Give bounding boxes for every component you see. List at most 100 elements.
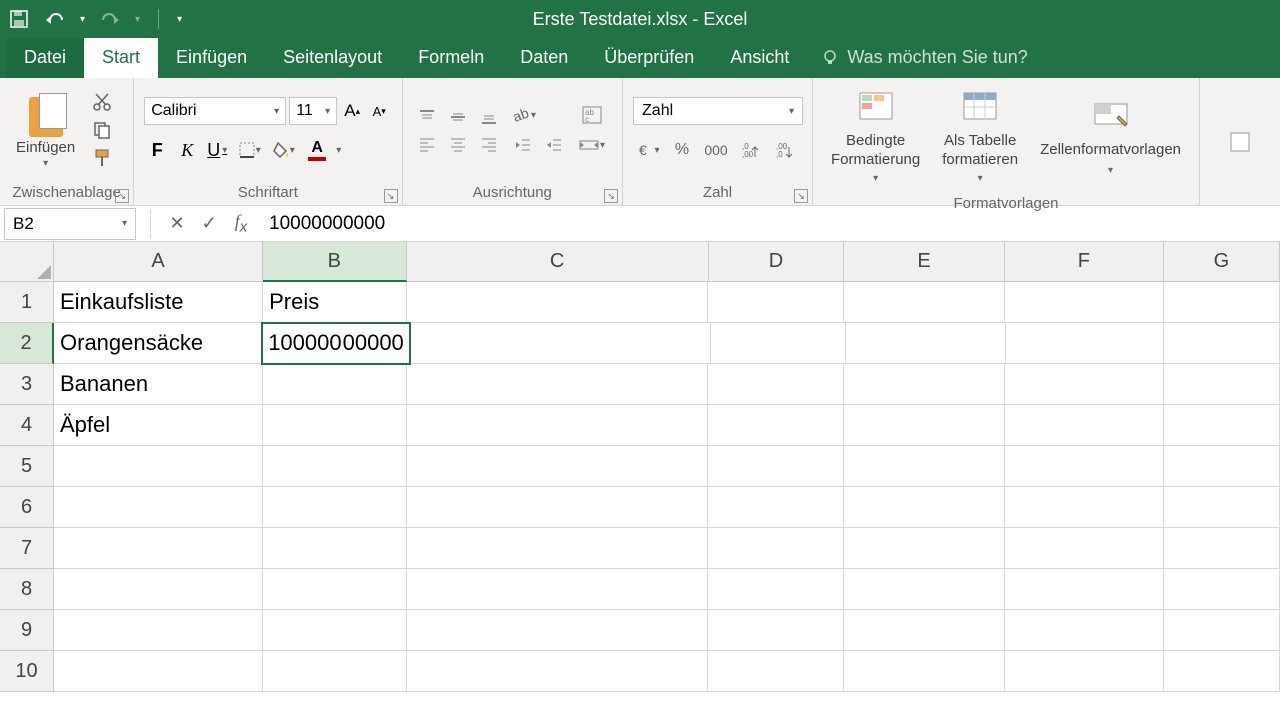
number-format-combo[interactable]: Zahl▾ <box>633 97 803 125</box>
align-middle-button[interactable] <box>444 105 472 129</box>
cell-E2[interactable] <box>846 323 1006 364</box>
align-bottom-button[interactable] <box>475 105 503 129</box>
redo-icon[interactable] <box>99 8 121 30</box>
font-size-combo[interactable]: 11▾ <box>289 97 337 125</box>
format-as-table-button[interactable]: Als Tabelle formatieren ▾ <box>934 84 1026 187</box>
merge-button[interactable]: ▾ <box>574 133 610 157</box>
cell-E1[interactable] <box>844 282 1005 323</box>
row-header-9[interactable]: 9 <box>0 610 54 651</box>
row-header-10[interactable]: 10 <box>0 651 54 692</box>
font-color-button[interactable]: A <box>302 137 332 163</box>
format-painter-button[interactable] <box>87 146 117 170</box>
cell-C2[interactable] <box>410 323 711 364</box>
column-header-A[interactable]: A <box>54 242 263 282</box>
cell-A2[interactable]: Orangensäcke <box>54 323 262 364</box>
row-header-3[interactable]: 3 <box>0 364 54 405</box>
name-box[interactable]: B2▾ <box>4 208 136 240</box>
font-color-dropdown[interactable]: ▾ <box>336 145 341 156</box>
decrease-indent-button[interactable] <box>509 133 537 157</box>
cancel-button[interactable]: ✕ <box>161 210 193 238</box>
cell-F5[interactable] <box>1005 446 1164 487</box>
alignment-launcher[interactable]: ↘ <box>604 189 618 203</box>
underline-button[interactable]: U▾ <box>204 137 230 163</box>
cell-B7[interactable] <box>263 528 406 569</box>
cell-C10[interactable] <box>407 651 709 692</box>
cell-D4[interactable] <box>708 405 844 446</box>
cell-F2[interactable] <box>1006 323 1164 364</box>
cell-B8[interactable] <box>263 569 406 610</box>
tab-pagelayout[interactable]: Seitenlayout <box>265 37 400 78</box>
cell-B9[interactable] <box>263 610 406 651</box>
cell-G5[interactable] <box>1164 446 1280 487</box>
italic-button[interactable]: K <box>174 137 200 163</box>
cell-C6[interactable] <box>407 487 709 528</box>
column-header-C[interactable]: C <box>407 242 709 282</box>
cell-A1[interactable]: Einkaufsliste <box>54 282 263 323</box>
row-header-8[interactable]: 8 <box>0 569 54 610</box>
number-launcher[interactable]: ↘ <box>794 189 808 203</box>
cell-D2[interactable] <box>711 323 846 364</box>
undo-icon[interactable] <box>44 8 66 30</box>
align-top-button[interactable] <box>413 105 441 129</box>
paste-button[interactable]: Einfügen ▾ <box>10 89 81 171</box>
select-all-corner[interactable] <box>0 242 54 282</box>
row-header-4[interactable]: 4 <box>0 405 54 446</box>
wrap-text-button[interactable]: abc <box>574 103 610 127</box>
copy-button[interactable] <box>87 118 117 142</box>
row-header-2[interactable]: 2 <box>0 323 54 364</box>
column-header-D[interactable]: D <box>709 242 845 282</box>
tab-start[interactable]: Start <box>84 37 158 78</box>
cell-C9[interactable] <box>407 610 709 651</box>
row-header-1[interactable]: 1 <box>0 282 54 323</box>
cut-button[interactable] <box>87 90 117 114</box>
cell-G6[interactable] <box>1164 487 1280 528</box>
cell-B3[interactable] <box>263 364 406 405</box>
cell-B2[interactable]: 10000000000 <box>262 323 410 364</box>
tab-formulas[interactable]: Formeln <box>400 37 502 78</box>
grow-font-button[interactable]: A▴ <box>340 97 364 125</box>
borders-button[interactable]: ▾ <box>234 137 264 163</box>
column-header-F[interactable]: F <box>1005 242 1164 282</box>
tab-data[interactable]: Daten <box>502 37 586 78</box>
cell-D3[interactable] <box>708 364 844 405</box>
cell-A10[interactable] <box>54 651 263 692</box>
row-header-5[interactable]: 5 <box>0 446 54 487</box>
tab-insert[interactable]: Einfügen <box>158 37 265 78</box>
cell-D5[interactable] <box>708 446 844 487</box>
cell-B10[interactable] <box>263 651 406 692</box>
enter-button[interactable]: ✓ <box>193 210 225 238</box>
cell-G10[interactable] <box>1164 651 1280 692</box>
font-launcher[interactable]: ↘ <box>384 189 398 203</box>
cell-A6[interactable] <box>54 487 263 528</box>
align-left-button[interactable] <box>413 132 441 156</box>
cell-F8[interactable] <box>1005 569 1164 610</box>
fx-button[interactable]: fx <box>225 210 257 238</box>
cell-E9[interactable] <box>844 610 1005 651</box>
font-name-combo[interactable]: Calibri▾ <box>144 97 286 125</box>
cell-F9[interactable] <box>1005 610 1164 651</box>
increase-indent-button[interactable] <box>540 133 568 157</box>
cell-F3[interactable] <box>1005 364 1164 405</box>
cell-D8[interactable] <box>708 569 844 610</box>
column-header-B[interactable]: B <box>263 242 406 282</box>
cell-A7[interactable] <box>54 528 263 569</box>
cell-C4[interactable] <box>407 405 709 446</box>
cell-F7[interactable] <box>1005 528 1164 569</box>
align-right-button[interactable] <box>475 132 503 156</box>
qat-customize-icon[interactable]: ▾ <box>177 14 182 25</box>
comma-button[interactable]: 000 <box>701 137 731 163</box>
row-header-7[interactable]: 7 <box>0 528 54 569</box>
cell-C5[interactable] <box>407 446 709 487</box>
insert-cells-button[interactable] <box>1210 118 1270 166</box>
cell-G7[interactable] <box>1164 528 1280 569</box>
cell-G2[interactable] <box>1164 323 1280 364</box>
cell-D1[interactable] <box>708 282 844 323</box>
cell-A9[interactable] <box>54 610 263 651</box>
cell-E4[interactable] <box>844 405 1005 446</box>
cell-styles-button[interactable]: Zellenformatvorlagen ▾ <box>1032 93 1189 179</box>
cell-E7[interactable] <box>844 528 1005 569</box>
cell-D10[interactable] <box>708 651 844 692</box>
tab-review[interactable]: Überprüfen <box>586 37 712 78</box>
clipboard-launcher[interactable]: ↘ <box>115 189 129 203</box>
cell-D7[interactable] <box>708 528 844 569</box>
